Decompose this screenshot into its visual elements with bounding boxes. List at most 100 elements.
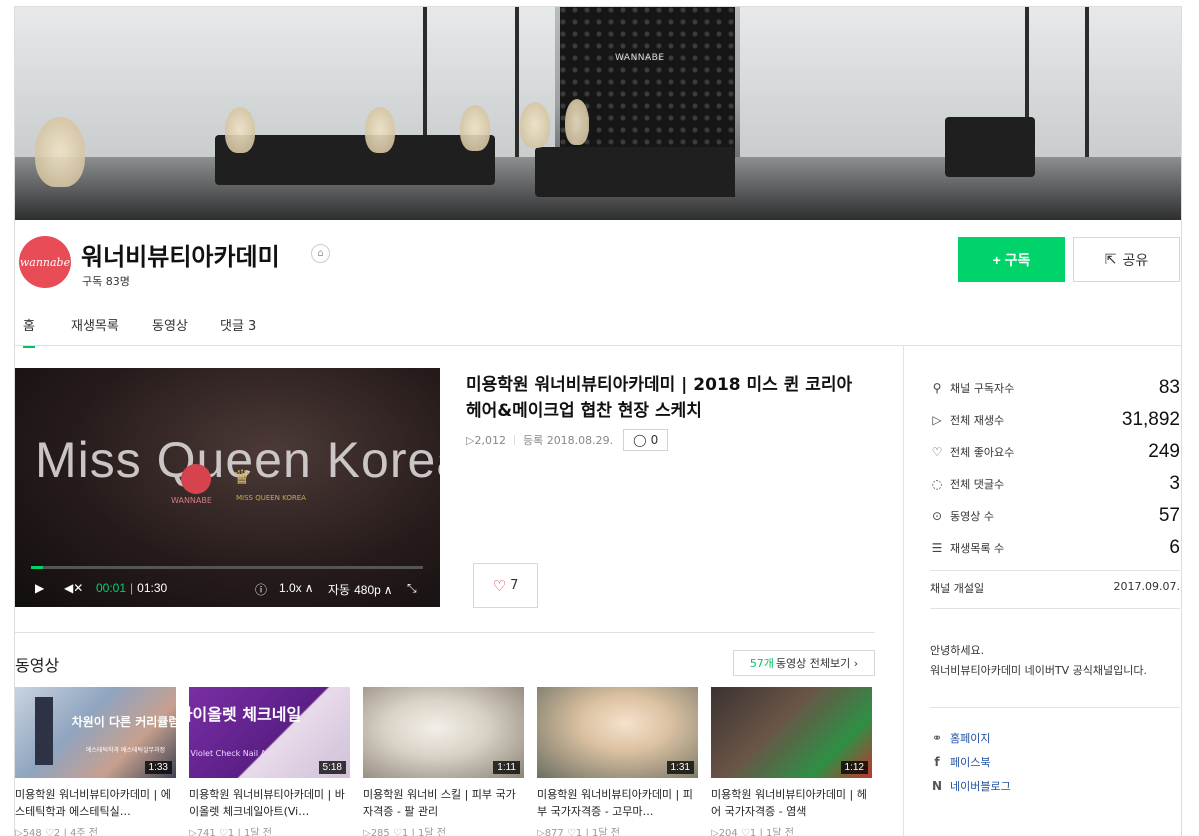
auto-label: 자동 (328, 583, 351, 597)
tab-videos[interactable]: 동영상 (152, 315, 188, 334)
channel-page: WANNABE wannabe 워너비뷰티아카데미 ⌂ 구독 83명 + 구독 … (14, 6, 1182, 836)
avatar-logo-text: wannabe (19, 255, 71, 269)
quality-button[interactable]: 자동 480p ∧ (328, 581, 393, 598)
play-count: ▷2,012 (466, 433, 506, 447)
upload-date: 등록 2018.08.29. (522, 434, 614, 447)
stat-label: 전체 재생수 (950, 414, 1005, 427)
video-duration: 1:33 (144, 761, 172, 774)
opened-label: 채널 개설일 (930, 582, 985, 595)
progress-fill (31, 566, 43, 569)
thumb-monolith (35, 697, 53, 765)
video-title[interactable]: 미용학원 워너비뷰티아카데미 | 에스테틱학과 에스테틱실… (15, 786, 176, 820)
section-divider (15, 632, 875, 633)
cover-plant (565, 99, 589, 145)
video-thumbnail[interactable]: 바이올렛 체크네일 Violet Check Nail Art 5:18 (189, 687, 350, 778)
see-all-videos-button[interactable]: 57개 동영상 전체보기 › (733, 650, 875, 676)
video-player[interactable]: Miss Queen Korea 2 WANNABE ♛ MISS QUEEN … (15, 368, 440, 607)
cover-plant (365, 107, 395, 153)
cover-plant (35, 117, 85, 187)
play-icon[interactable]: ▶ (35, 581, 44, 595)
wannabe-logo (181, 464, 211, 494)
heart-icon: ♡ (931, 445, 943, 459)
thumb-caption: 바이올렛 체크네일 (189, 705, 302, 724)
home-badge-icon[interactable]: ⌂ (311, 244, 330, 263)
channel-cover-image: WANNABE (15, 7, 1181, 220)
video-title[interactable]: 미용학원 워너비뷰티아카데미 | 피부 국가자격증 - 고무마… (537, 786, 698, 820)
video-duration: 1:11 (493, 761, 520, 774)
info-icon[interactable]: ⓘ (255, 581, 267, 598)
tab-home[interactable]: 홈 (23, 315, 35, 348)
facebook-icon: f (934, 755, 940, 769)
sidebar-divider (930, 707, 1180, 708)
video-title[interactable]: 미용학원 워너비뷰티아카데미 | 바이올렛 체크네일아트(Vi… (189, 786, 350, 820)
mute-icon[interactable]: ◀✕ (64, 581, 83, 595)
intro-line: 워너비뷰티아카데미 네이버TV 공식채널입니다. (930, 664, 1148, 677)
stat-label: 전체 댓글수 (950, 478, 1005, 491)
progress-bar[interactable] (31, 566, 423, 569)
stat-value: 57 (1158, 505, 1180, 526)
link-facebook[interactable]: f 페이스북 (930, 754, 990, 770)
video-card[interactable]: 1:12 미용학원 워너비뷰티아카데미 | 헤어 국가자격증 - 염색 ▷204… (711, 687, 872, 836)
video-thumbnail[interactable]: 1:11 (363, 687, 524, 778)
video-meta: ▷741 ♡1 | 1달 전 (189, 828, 272, 836)
speed-button[interactable]: 1.0x ∧ (279, 581, 313, 595)
video-card[interactable]: 바이올렛 체크네일 Violet Check Nail Art 5:18 미용학… (189, 687, 350, 836)
channel-intro: 안녕하세요. 워너비뷰티아카데미 네이버TV 공식채널입니다. (930, 641, 1180, 681)
video-meta: ▷285 ♡1 | 1달 전 (363, 828, 446, 836)
share-label: 공유 (1122, 251, 1149, 268)
subscriber-count: 구독 83명 (82, 275, 130, 288)
video-title[interactable]: 미용학원 워너비 스킬 | 피부 국가자격증 - 팔 관리 (363, 786, 524, 820)
playlist-icon: ☰ (931, 541, 943, 555)
comment-icon: ◌ (931, 477, 943, 491)
stat-value: 83 (1158, 377, 1180, 398)
link-naver-blog[interactable]: N 네이버블로그 (930, 778, 1011, 794)
stat-total-comments: ◌ 전체 댓글수 3 (930, 473, 1180, 495)
video-card[interactable]: 1:31 미용학원 워너비뷰티아카데미 | 피부 국가자격증 - 고무마… ▷8… (537, 687, 698, 836)
opened-date: 2017.09.07. (1113, 580, 1180, 593)
video-meta: ▷877 ♡1 | 1달 전 (537, 828, 620, 836)
video-thumbnail[interactable]: 1:12 (711, 687, 872, 778)
total-time: 01:30 (137, 581, 168, 595)
stat-value: 249 (1148, 441, 1180, 462)
tab-playlists[interactable]: 재생목록 (71, 315, 119, 334)
stat-subscribers: ⚲ 채널 구독자수 83 (930, 377, 1180, 399)
stat-video-count: ⊙ 동영상 수 57 (930, 505, 1180, 527)
video-duration: 1:31 (666, 761, 694, 774)
link-homepage[interactable]: ⚭ 홈페이지 (930, 730, 991, 746)
share-button[interactable]: ⇱ 공유 (1073, 237, 1180, 282)
cover-plant (520, 102, 550, 148)
comment-count-button[interactable]: ◯ 0 (623, 429, 669, 451)
video-card[interactable]: 차원이 다른 커리큘럼 에스테틱학과 에스테틱실무과정 1:33 미용학원 워너… (15, 687, 176, 836)
channel-avatar[interactable]: wannabe (19, 236, 71, 288)
featured-video-title[interactable]: 미용학원 워너비뷰티아카데미 | 2018 미스 퀸 코리아 헤어&메이크업 협… (466, 372, 856, 424)
sidebar-divider (930, 608, 1180, 609)
like-button[interactable]: ♡ 7 (473, 563, 538, 608)
link-label: 페이스북 (950, 756, 991, 769)
quality-value: 480p (354, 582, 381, 597)
comment-icon: ◯ (633, 433, 647, 447)
naver-icon: N (931, 779, 943, 793)
stat-value: 3 (1169, 473, 1180, 494)
tab-comments[interactable]: 댓글 3 (220, 315, 256, 334)
video-duration: 5:18 (318, 761, 346, 774)
video-meta: ▷204 ♡1 | 1달 전 (711, 828, 794, 836)
play-icon: ▷ (932, 413, 942, 427)
current-time: 00:01 (96, 581, 127, 595)
video-card[interactable]: 1:11 미용학원 워너비 스킬 | 피부 국가자격증 - 팔 관리 ▷285 … (363, 687, 524, 836)
crown-icon: ♛ (233, 465, 251, 489)
channel-info-sidebar: ⚲ 채널 구독자수 83 ▷ 전체 재생수 31,892 ♡ 전체 좋아요수 249 … (903, 346, 1181, 836)
video-thumbnail[interactable]: 차원이 다른 커리큘럼 에스테틱학과 에스테틱실무과정 1:33 (15, 687, 176, 778)
link-label: 홈페이지 (950, 732, 991, 745)
video-duration: 1:12 (840, 761, 868, 774)
cover-sofa (215, 135, 495, 185)
stat-label: 동영상 수 (950, 510, 994, 523)
video-icon: ⊙ (931, 509, 943, 523)
subscribe-button[interactable]: + 구독 (958, 237, 1065, 282)
video-title[interactable]: 미용학원 워너비뷰티아카데미 | 헤어 국가자격증 - 염색 (711, 786, 872, 820)
video-thumbnail[interactable]: 1:31 (537, 687, 698, 778)
stat-playlist-count: ☰ 재생목록 수 6 (930, 537, 1180, 559)
fullscreen-icon[interactable]: ⤡ (407, 581, 417, 596)
heart-icon: ♡ (492, 576, 507, 595)
like-count: 7 (510, 578, 519, 593)
speed-value: 1.0x (279, 581, 302, 595)
